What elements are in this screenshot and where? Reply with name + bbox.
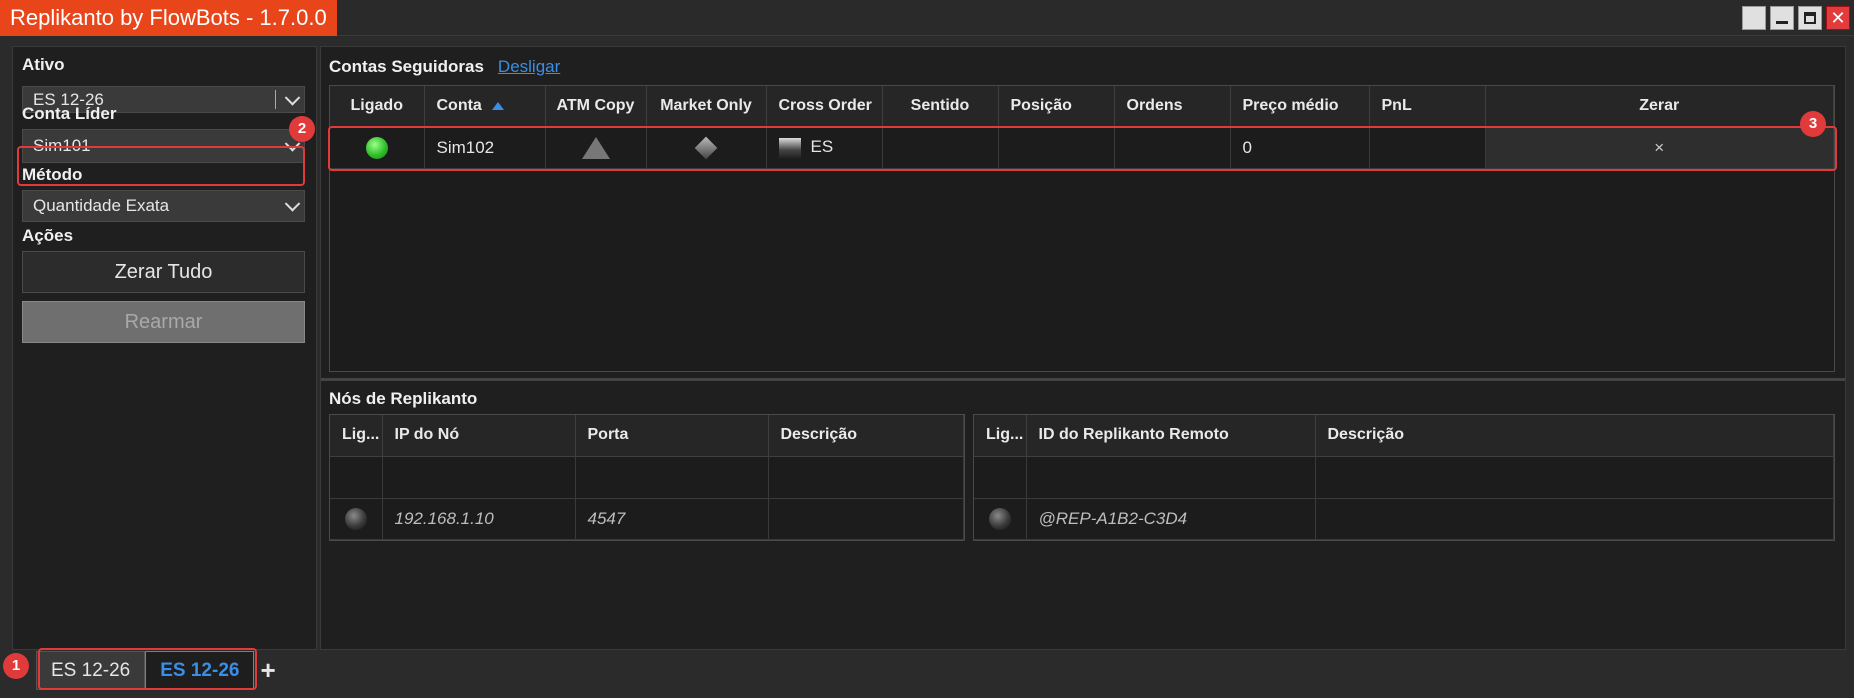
- close-button[interactable]: ✕: [1826, 6, 1850, 30]
- col-remote-id[interactable]: ID do Replikanto Remoto: [1026, 415, 1316, 457]
- nodes-title: Nós de Replikanto: [329, 389, 478, 408]
- status-off-icon: [344, 507, 367, 530]
- followers-title: Contas Seguidoras Desligar: [329, 57, 560, 77]
- annotation-badge-3: 3: [1800, 111, 1826, 137]
- followers-header-row: Ligado Conta ATM Copy Market Only Cross …: [330, 86, 1834, 128]
- annotation-frame-1: [38, 648, 257, 690]
- empty-row: [330, 456, 964, 499]
- chevron-down-icon: [284, 196, 301, 212]
- close-icon: ✕: [1830, 8, 1846, 28]
- remote-status-cell[interactable]: [974, 498, 1027, 540]
- blank-window-button[interactable]: [1742, 6, 1766, 30]
- select-separator: [275, 90, 276, 109]
- title-bar: Replikanto by FlowBots - 1.7.0.0 ✕: [0, 0, 1854, 36]
- node-descricao-cell: [768, 498, 964, 540]
- col-conta-label: Conta: [436, 97, 482, 115]
- col-market-only[interactable]: Market Only: [646, 86, 767, 128]
- metodo-value: Quantidade Exata: [33, 196, 170, 215]
- section-divider: [321, 378, 1845, 381]
- col-zerar[interactable]: Zerar: [1485, 86, 1834, 128]
- annotation-badge-2: 2: [289, 116, 315, 142]
- col-conta[interactable]: Conta: [424, 86, 546, 128]
- nodes-remote-header-row: Lig... ID do Replikanto Remoto Descrição: [974, 415, 1834, 457]
- add-tab-button[interactable]: +: [260, 650, 275, 690]
- window-controls: ✕: [1742, 6, 1850, 30]
- col-lig[interactable]: Lig...: [330, 415, 383, 457]
- left-panel: Ativo ES 12-26 Conta Líder Sim101 Método…: [12, 46, 317, 650]
- node-ip-cell: 192.168.1.10: [382, 498, 576, 540]
- metodo-select[interactable]: Quantidade Exata: [22, 190, 305, 222]
- empty-row: [974, 456, 1834, 499]
- col-sentido[interactable]: Sentido: [882, 86, 999, 128]
- annotation-frame-3: [328, 126, 1837, 171]
- annotation-frame-2: [17, 146, 305, 186]
- sort-ascending-icon: [491, 102, 504, 111]
- node-porta-cell: 4547: [575, 498, 769, 540]
- acoes-label: Ações: [22, 226, 74, 245]
- plus-icon: +: [260, 655, 276, 685]
- minimize-button[interactable]: [1770, 6, 1794, 30]
- followers-title-text: Contas Seguidoras: [329, 57, 484, 76]
- remote-descricao-cell: [1315, 498, 1834, 540]
- remote-id-cell: @REP-A1B2-C3D4: [1026, 498, 1316, 540]
- chevron-down-icon: [284, 89, 301, 106]
- col-ordens[interactable]: Ordens: [1114, 86, 1231, 128]
- table-row: @REP-A1B2-C3D4: [974, 498, 1834, 540]
- ativo-label: Ativo: [22, 55, 65, 74]
- status-off-icon: [988, 507, 1011, 530]
- desligar-link[interactable]: Desligar: [498, 57, 560, 76]
- col-porta[interactable]: Porta: [575, 415, 769, 457]
- col-ip[interactable]: IP do Nó: [382, 415, 576, 457]
- zerar-tudo-button[interactable]: Zerar Tudo: [22, 251, 305, 293]
- col-ligado[interactable]: Ligado: [330, 86, 425, 128]
- col-atm-copy[interactable]: ATM Copy: [545, 86, 647, 128]
- conta-lider-label: Conta Líder: [22, 104, 117, 123]
- maximize-icon: [1804, 12, 1816, 24]
- maximize-button[interactable]: [1798, 6, 1822, 30]
- col-cross-order[interactable]: Cross Order: [766, 86, 883, 128]
- nodes-ip-table: Lig... IP do Nó Porta Descrição 192.168.…: [329, 414, 965, 541]
- table-row: 192.168.1.10 4547: [330, 498, 964, 540]
- col-preco-medio[interactable]: Preço médio: [1230, 86, 1370, 128]
- nodes-remote-table: Lig... ID do Replikanto Remoto Descrição…: [973, 414, 1835, 541]
- col-descricao[interactable]: Descrição: [1315, 415, 1834, 457]
- col-posicao[interactable]: Posição: [998, 86, 1115, 128]
- col-pnl[interactable]: PnL: [1369, 86, 1486, 128]
- rearmar-button[interactable]: Rearmar: [22, 301, 305, 343]
- minimize-icon: [1776, 21, 1788, 24]
- annotation-badge-1: 1: [3, 653, 29, 679]
- col-lig[interactable]: Lig...: [974, 415, 1027, 457]
- nodes-ip-header-row: Lig... IP do Nó Porta Descrição: [330, 415, 964, 457]
- col-descricao[interactable]: Descrição: [768, 415, 964, 457]
- node-status-cell[interactable]: [330, 498, 383, 540]
- app-title: Replikanto by FlowBots - 1.7.0.0: [0, 0, 337, 36]
